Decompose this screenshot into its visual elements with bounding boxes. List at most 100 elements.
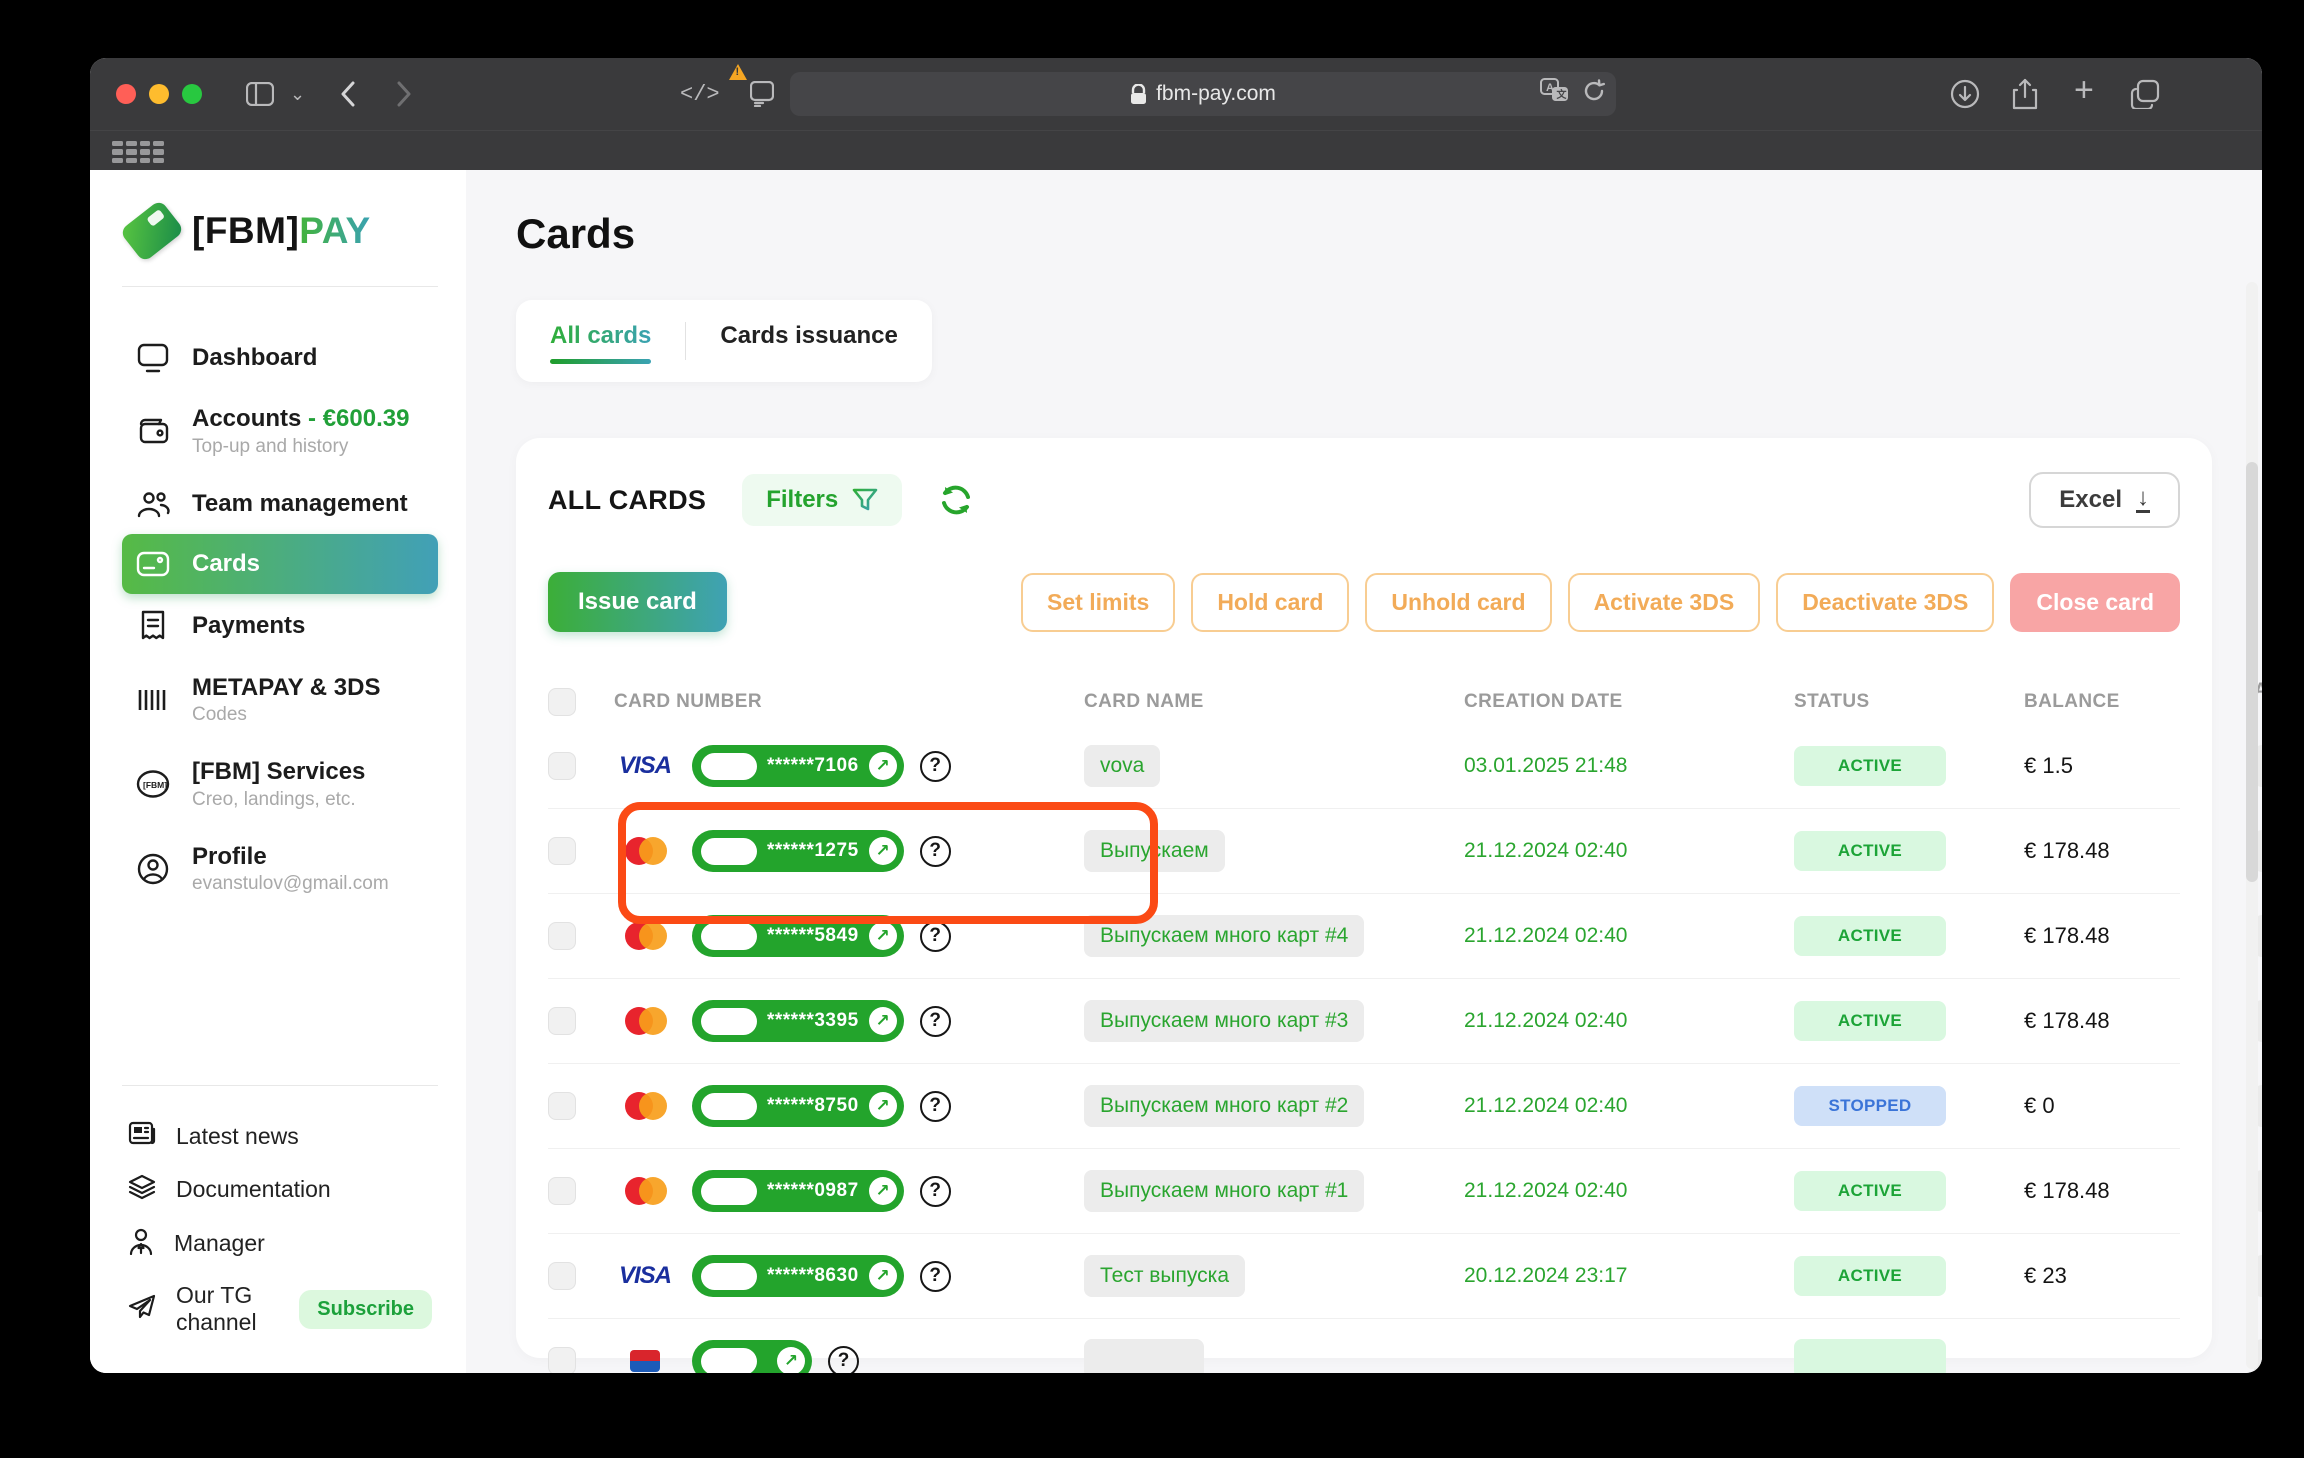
sidebar-item-subtitle: Creo, landings, etc. xyxy=(192,789,365,811)
refresh-icon[interactable] xyxy=(938,483,974,517)
card-number-pill[interactable]: ******3395 ↗ xyxy=(692,1000,904,1042)
col-status: STATUS xyxy=(1794,691,2024,713)
download-icon: ↓ xyxy=(2136,487,2150,513)
tab-all-cards[interactable]: All cards xyxy=(550,322,651,360)
status-badge: STOPPED xyxy=(1794,1086,1946,1126)
help-icon[interactable]: ? xyxy=(920,1091,951,1122)
help-icon[interactable]: ? xyxy=(920,1261,951,1292)
help-icon[interactable]: ? xyxy=(828,1346,859,1374)
help-icon[interactable]: ? xyxy=(920,921,951,952)
filters-label: Filters xyxy=(766,486,838,514)
sidebar: [FBM]PAY Dashboard Accounts - €600.39 xyxy=(90,170,466,1373)
help-icon[interactable]: ? xyxy=(920,1176,951,1207)
card-number-pill[interactable]: ******1275 ↗ xyxy=(692,830,904,872)
set-limits-button[interactable]: Set limits xyxy=(1021,573,1175,632)
sidebar-item-dashboard[interactable]: Dashboard xyxy=(122,327,438,389)
card-number-pill[interactable]: ******5849 ↗ xyxy=(692,915,904,957)
card-brand-logo xyxy=(614,922,676,950)
card-name-badge: Тест выпуска xyxy=(1084,1255,1245,1297)
card-number-text: ******3395 xyxy=(767,1010,859,1032)
card-number-pill[interactable]: ******7106 ↗ xyxy=(692,745,904,787)
row-checkbox[interactable] xyxy=(548,1007,576,1035)
open-card-icon[interactable]: ↗ xyxy=(777,1347,805,1373)
row-checkbox[interactable] xyxy=(548,922,576,950)
translate-icon[interactable]: A文 xyxy=(1540,78,1570,110)
chevron-down-icon[interactable]: ⌄ xyxy=(290,76,305,112)
row-checkbox[interactable] xyxy=(548,1347,576,1373)
sidebar-divider xyxy=(122,286,438,287)
web-inspector-icon[interactable]: </> xyxy=(680,76,720,112)
help-icon[interactable]: ? xyxy=(920,836,951,867)
table-row: ******3395 ↗ ? Выпускаем много карт #3 2… xyxy=(548,979,2180,1064)
sidebar-item-accounts[interactable]: Accounts - €600.39 Top-up and history xyxy=(122,389,438,474)
sidebar-item-tg-channel[interactable]: Our TG channel Subscribe xyxy=(122,1271,438,1347)
select-all-checkbox[interactable] xyxy=(548,688,576,716)
card-number-pill[interactable]: ******8630 ↗ xyxy=(692,1255,904,1297)
open-card-icon[interactable]: ↗ xyxy=(869,1092,897,1120)
sidebar-footer: Latest news Documentation Manager xyxy=(122,1085,438,1347)
news-icon xyxy=(128,1121,156,1152)
help-icon[interactable]: ? xyxy=(920,751,951,782)
sidebar-item-manager[interactable]: Manager xyxy=(122,1216,438,1271)
tab-overview-icon[interactable] xyxy=(2130,76,2160,112)
forward-button[interactable] xyxy=(396,76,412,112)
open-card-icon[interactable]: ↗ xyxy=(869,922,897,950)
excel-label: Excel xyxy=(2059,486,2122,514)
tab-cards-issuance[interactable]: Cards issuance xyxy=(685,322,897,360)
sidebar-item-metapay-3ds[interactable]: METAPAY & 3DS Codes xyxy=(122,658,438,743)
sidebar-item-fbm-services[interactable]: [FBM] [FBM] Services Creo, landings, etc… xyxy=(122,742,438,827)
open-card-icon[interactable]: ↗ xyxy=(869,1007,897,1035)
open-card-icon[interactable]: ↗ xyxy=(869,1177,897,1205)
card-brand-logo xyxy=(614,1092,676,1120)
new-tab-icon[interactable]: + xyxy=(2074,72,2094,108)
scrollbar-track[interactable] xyxy=(2246,282,2258,1369)
unhold-card-button[interactable]: Unhold card xyxy=(1365,573,1551,632)
issue-card-button[interactable]: Issue card xyxy=(548,572,727,632)
zoom-window-button[interactable] xyxy=(182,84,202,104)
activate-3ds-button[interactable]: Activate 3DS xyxy=(1568,573,1761,632)
card-number-pill[interactable]: ******8750 ↗ xyxy=(692,1085,904,1127)
bookmarks-grid-icon[interactable] xyxy=(112,141,164,163)
table-row: ******5849 ↗ ? Выпускаем много карт #4 2… xyxy=(548,894,2180,979)
scrollbar-thumb[interactable] xyxy=(2246,462,2258,882)
row-checkbox[interactable] xyxy=(548,1092,576,1120)
reload-icon[interactable] xyxy=(1582,79,1606,109)
card-brand-logo xyxy=(614,1350,676,1372)
traffic-lights xyxy=(116,84,202,104)
creation-date: 20.12.2024 23:17 xyxy=(1464,1264,1794,1288)
filters-button[interactable]: Filters xyxy=(742,474,902,526)
reader-view-icon[interactable] xyxy=(750,76,774,112)
downloads-icon[interactable] xyxy=(1950,76,1980,112)
row-checkbox[interactable] xyxy=(548,837,576,865)
close-window-button[interactable] xyxy=(116,84,136,104)
sidebar-item-payments[interactable]: Payments xyxy=(122,594,438,658)
sidebar-item-profile[interactable]: Profile evanstulov@gmail.com xyxy=(122,827,438,912)
share-icon[interactable] xyxy=(2012,76,2038,112)
card-number-pill[interactable]: ↗ xyxy=(692,1340,812,1373)
card-actions: Set limits Hold card Unhold card Activat… xyxy=(1021,573,2180,632)
row-checkbox[interactable] xyxy=(548,752,576,780)
card-number-text: ******1275 xyxy=(767,840,859,862)
open-card-icon[interactable]: ↗ xyxy=(869,837,897,865)
open-card-icon[interactable]: ↗ xyxy=(869,752,897,780)
balance-value: € 0 xyxy=(2024,1093,2254,1119)
hold-card-button[interactable]: Hold card xyxy=(1191,573,1349,632)
help-icon[interactable]: ? xyxy=(920,1006,951,1037)
card-number-pill[interactable]: ******0987 ↗ xyxy=(692,1170,904,1212)
card-brand-logo xyxy=(614,1007,676,1035)
open-card-icon[interactable]: ↗ xyxy=(869,1262,897,1290)
row-checkbox[interactable] xyxy=(548,1262,576,1290)
sidebar-toggle-icon[interactable] xyxy=(246,76,274,112)
row-checkbox[interactable] xyxy=(548,1177,576,1205)
subscribe-badge[interactable]: Subscribe xyxy=(299,1290,432,1329)
excel-export-button[interactable]: Excel ↓ xyxy=(2029,472,2180,528)
sidebar-item-documentation[interactable]: Documentation xyxy=(122,1163,438,1216)
close-card-button[interactable]: Close card xyxy=(2010,573,2180,632)
address-bar[interactable]: fbm-pay.com A文 xyxy=(790,72,1616,116)
back-button[interactable] xyxy=(340,76,356,112)
sidebar-item-team-management[interactable]: Team management xyxy=(122,474,438,534)
deactivate-3ds-button[interactable]: Deactivate 3DS xyxy=(1776,573,1994,632)
sidebar-item-cards[interactable]: Cards xyxy=(122,534,438,594)
minimize-window-button[interactable] xyxy=(149,84,169,104)
sidebar-item-latest-news[interactable]: Latest news xyxy=(122,1110,438,1163)
